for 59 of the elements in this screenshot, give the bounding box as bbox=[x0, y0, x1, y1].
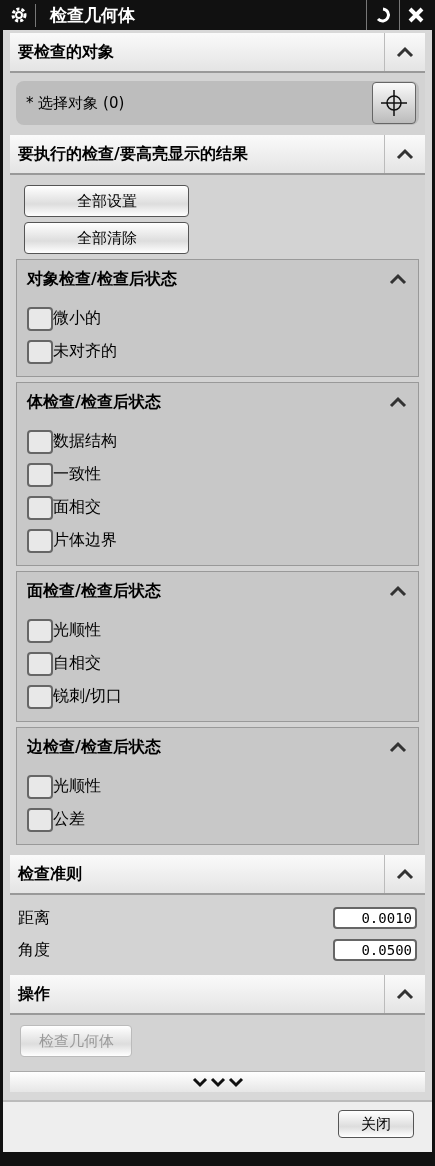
gear-icon[interactable] bbox=[10, 6, 28, 24]
action-button[interactable]: 全部清除 bbox=[24, 222, 189, 254]
checkbox-label: 面相交 bbox=[53, 497, 101, 518]
section-header[interactable]: 要检查的对象 bbox=[10, 33, 425, 73]
checkbox-label: 公差 bbox=[53, 809, 85, 830]
checkbox[interactable] bbox=[27, 462, 53, 487]
checkbox-label: 锐刺/切口 bbox=[53, 686, 123, 707]
number-field[interactable]: 0.0010 bbox=[333, 907, 417, 929]
checkbox-label: 光顺性 bbox=[53, 620, 101, 641]
crosshair-icon bbox=[381, 90, 407, 116]
reset-icon[interactable] bbox=[374, 6, 392, 24]
caret-up-icon[interactable] bbox=[396, 46, 414, 58]
close-icon[interactable] bbox=[407, 6, 425, 24]
checkbox-label: 微小的 bbox=[53, 308, 101, 329]
caret-up-icon[interactable] bbox=[389, 273, 407, 285]
checkbox[interactable] bbox=[27, 528, 53, 553]
group-title: 对象检查/检查后状态 bbox=[27, 268, 178, 290]
checkbox-label: 光顺性 bbox=[53, 776, 101, 797]
section-title: 检查准则 bbox=[17, 863, 83, 885]
caret-up-icon[interactable] bbox=[396, 148, 414, 160]
checkbox[interactable] bbox=[27, 495, 53, 520]
group-title: 边检查/检查后状态 bbox=[27, 736, 162, 758]
checkbox[interactable] bbox=[27, 339, 53, 364]
checkbox[interactable] bbox=[27, 684, 53, 709]
checkbox[interactable] bbox=[27, 429, 53, 454]
checkbox[interactable] bbox=[27, 306, 53, 331]
checkbox-label: 自相交 bbox=[53, 653, 101, 674]
caret-up-icon[interactable] bbox=[389, 585, 407, 597]
checkbox[interactable] bbox=[27, 618, 53, 643]
section-header[interactable]: 操作 bbox=[10, 975, 425, 1015]
caret-up-icon[interactable] bbox=[389, 741, 407, 753]
crosshair-button[interactable] bbox=[372, 82, 416, 124]
action-button[interactable]: 全部设置 bbox=[24, 185, 189, 217]
close-button[interactable]: 关闭 bbox=[338, 1110, 414, 1138]
chevrons-down-icon[interactable] bbox=[190, 1076, 245, 1088]
checkbox-label: 片体边界 bbox=[53, 530, 117, 551]
field-label: 距离 bbox=[18, 907, 50, 929]
caret-up-icon[interactable] bbox=[396, 988, 414, 1000]
section-title: 要执行的检查/要高亮显示的结果 bbox=[17, 143, 249, 165]
more-options-bar[interactable] bbox=[10, 1071, 425, 1092]
number-field[interactable]: 0.0500 bbox=[333, 939, 417, 961]
checkbox-label: 一致性 bbox=[53, 464, 101, 485]
group-title: 面检查/检查后状态 bbox=[27, 580, 162, 602]
checkbox-label: 数据结构 bbox=[53, 431, 117, 452]
section-header[interactable]: 要执行的检查/要高亮显示的结果 bbox=[10, 135, 425, 175]
selection-label: * 选择对象 (0) bbox=[26, 93, 126, 113]
checkbox[interactable] bbox=[27, 651, 53, 676]
section-title: 操作 bbox=[16, 983, 51, 1005]
section-title: 要检查的对象 bbox=[17, 41, 115, 63]
section-header[interactable]: 检查准则 bbox=[10, 855, 425, 895]
checkbox[interactable] bbox=[27, 774, 53, 799]
selection-field[interactable]: * 选择对象 (0) bbox=[16, 81, 419, 125]
checkbox-label: 未对齐的 bbox=[53, 341, 117, 362]
caret-up-icon[interactable] bbox=[389, 396, 407, 408]
window-title: 检查几何体 bbox=[35, 3, 366, 27]
caret-up-icon[interactable] bbox=[396, 868, 414, 880]
field-label: 角度 bbox=[18, 939, 50, 961]
group-title: 体检查/检查后状态 bbox=[27, 391, 162, 413]
checkbox[interactable] bbox=[27, 807, 53, 832]
